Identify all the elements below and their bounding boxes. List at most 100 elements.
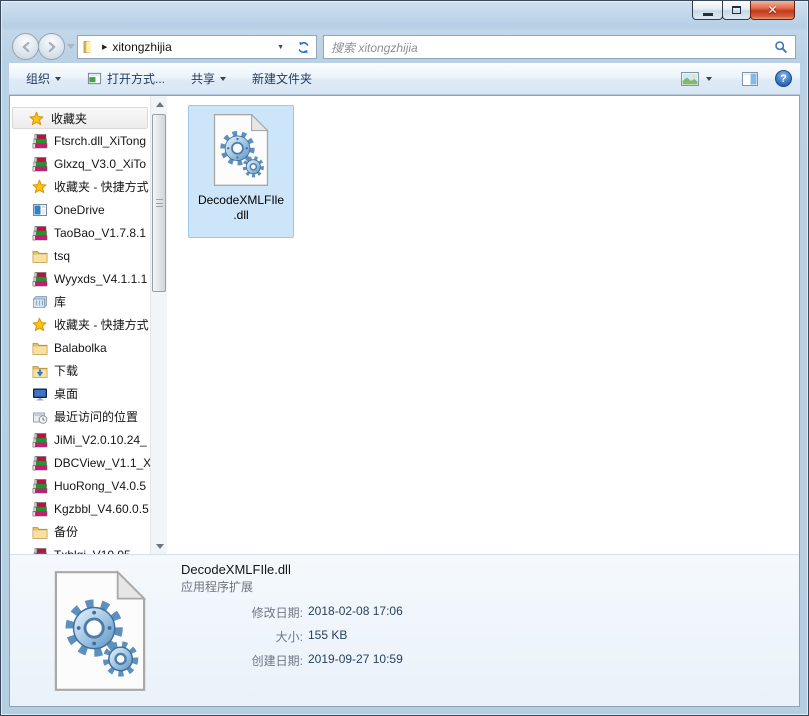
forward-button[interactable] xyxy=(38,33,65,60)
sidebar-item-label: TaoBao_V1.7.8.1 xyxy=(54,225,147,240)
preview-pane-button[interactable] xyxy=(737,68,763,90)
file-list-area[interactable]: DecodeXMLFIle .dll xyxy=(167,96,799,554)
rar-books-icon xyxy=(32,501,48,517)
sidebar-item-label: tsq xyxy=(54,248,71,263)
favorites-label: 收藏夹 xyxy=(51,111,88,126)
sidebar-item[interactable]: Balabolka xyxy=(10,336,150,359)
scrollbar-grip-icon xyxy=(155,199,163,207)
details-field-value: 2019-09-27 10:59 xyxy=(308,652,403,666)
rar-books-icon xyxy=(32,271,48,287)
file-item-decodexmlfile-dll[interactable]: DecodeXMLFIle .dll xyxy=(188,105,294,238)
details-text: DecodeXMLFIle.dll 应用程序扩展 修改日期: 2018-02-08… xyxy=(181,561,789,669)
details-field-label: 大小: xyxy=(275,630,303,644)
sidebar-item-label: Kgzbbl_V4.60.0.5 xyxy=(54,501,149,516)
change-view-button[interactable] xyxy=(676,68,717,90)
triangle-up-icon xyxy=(155,101,164,107)
back-arrow-icon xyxy=(22,41,29,52)
sidebar-item-label: 最近访问的位置 xyxy=(54,410,139,424)
sidebar-item[interactable]: Wyyxds_V4.1.1.1 xyxy=(10,267,150,290)
sidebar-scrollbar[interactable] xyxy=(150,96,167,554)
navigation-bar: ▶ xitongzhijia ▼ 搜索 xitongzhijia xyxy=(1,31,808,63)
sidebar-item-label: HuoRong_V4.0.5 xyxy=(54,478,147,493)
close-icon: ✕ xyxy=(767,3,778,17)
window-controls: ✕ xyxy=(692,1,795,20)
onedrive-icon xyxy=(32,202,48,218)
sidebar-item-label: 收藏夹 - 快捷方式 xyxy=(54,318,149,332)
scroll-down-button[interactable] xyxy=(151,538,168,554)
back-button[interactable] xyxy=(12,33,39,60)
sidebar-item[interactable]: 库 xyxy=(10,290,150,313)
recent-icon xyxy=(32,409,48,425)
sidebar-item-label: Balabolka xyxy=(54,340,107,355)
sidebar-item[interactable]: 备份 xyxy=(10,520,150,543)
search-placeholder: 搜索 xitongzhijia xyxy=(331,40,418,55)
sidebar-item[interactable]: Glxzq_V3.0_XiTo xyxy=(10,152,150,175)
library-icon xyxy=(32,294,48,310)
command-bar: 组织 打开方式... 共享 新建文件夹 ? xyxy=(9,63,800,95)
scrollbar-thumb[interactable] xyxy=(152,114,166,292)
sidebar-item[interactable]: 最近访问的位置 xyxy=(10,405,150,428)
details-file-icon xyxy=(50,569,150,693)
sidebar-favorites-header[interactable]: 收藏夹 xyxy=(12,107,148,129)
sidebar-item[interactable]: Kgzbbl_V4.60.0.5 xyxy=(10,497,150,520)
breadcrumb[interactable]: xitongzhijia xyxy=(112,40,171,54)
rar-books-icon xyxy=(32,432,48,448)
sidebar-item[interactable]: DBCView_V1.1_X xyxy=(10,451,150,474)
folder-icon xyxy=(32,340,48,356)
help-button[interactable]: ? xyxy=(775,70,792,87)
sidebar-item[interactable]: 收藏夹 - 快捷方式 xyxy=(10,175,150,198)
sidebar-item[interactable]: tsq xyxy=(10,244,150,267)
rar-books-icon xyxy=(32,156,48,172)
scroll-up-button[interactable] xyxy=(151,96,168,112)
sidebar-item[interactable]: 收藏夹 - 快捷方式 xyxy=(10,313,150,336)
sidebar-item-label: 下载 xyxy=(54,364,79,378)
star-icon xyxy=(32,317,48,333)
address-dropdown-icon[interactable]: ▼ xyxy=(274,42,287,53)
preview-pane-icon xyxy=(742,71,758,86)
desktop-icon xyxy=(32,386,48,402)
address-bar[interactable]: ▶ xitongzhijia ▼ xyxy=(77,35,292,59)
sidebar-item[interactable]: OneDrive xyxy=(10,198,150,221)
details-field-label: 创建日期: xyxy=(251,654,303,668)
folder-icon xyxy=(32,524,48,540)
search-icon[interactable] xyxy=(774,40,788,54)
sidebar-item-label: Glxzq_V3.0_XiTo xyxy=(54,156,147,171)
dll-file-icon xyxy=(211,112,271,188)
restore-button[interactable] xyxy=(722,1,751,20)
close-button[interactable]: ✕ xyxy=(750,1,795,20)
details-file-type: 应用程序扩展 xyxy=(181,580,254,594)
organize-button[interactable]: 组织 xyxy=(17,65,70,92)
details-field-value: 155 KB xyxy=(308,628,348,642)
help-icon: ? xyxy=(780,72,787,85)
rar-books-icon xyxy=(32,478,48,494)
sidebar-item[interactable]: HuoRong_V4.0.5 xyxy=(10,474,150,497)
rar-books-icon xyxy=(32,547,48,554)
search-box[interactable]: 搜索 xitongzhijia xyxy=(323,35,796,59)
refresh-icon xyxy=(298,41,309,53)
chevron-down-icon xyxy=(706,76,712,81)
sidebar-item[interactable]: 桌面 xyxy=(10,382,150,405)
sidebar-item-label: 收藏夹 - 快捷方式 xyxy=(54,180,149,194)
minimize-button[interactable] xyxy=(692,1,723,20)
sidebar-item-label: 备份 xyxy=(54,525,79,539)
sidebar-item[interactable]: TaoBao_V1.7.8.1 xyxy=(10,221,150,244)
sidebar-item[interactable]: Ftsrch.dll_XiTong xyxy=(10,129,150,152)
new-folder-button[interactable]: 新建文件夹 xyxy=(243,65,321,92)
chevron-down-icon xyxy=(220,76,227,81)
share-button[interactable]: 共享 xyxy=(182,65,235,92)
sidebar-item[interactable]: JiMi_V2.0.10.24_ xyxy=(10,428,150,451)
explorer-content-frame: 收藏夹 Ftsrch.dll_XiTong Glxzq_V3.0_XiTo 收藏夹 … xyxy=(9,95,800,707)
sidebar-item[interactable]: 下载 xyxy=(10,359,150,382)
sidebar-item-label: 桌面 xyxy=(54,387,79,401)
sidebar-item[interactable]: Txblgj_V10.95 xyxy=(10,543,150,554)
sidebar-item-label: Ftsrch.dll_XiTong xyxy=(54,133,147,148)
open-with-button[interactable]: 打开方式... xyxy=(78,65,174,92)
sidebar-item-label: 库 xyxy=(54,295,67,309)
history-dropdown-icon[interactable] xyxy=(67,44,75,49)
refresh-button[interactable] xyxy=(291,35,317,59)
details-file-name: DecodeXMLFIle.dll xyxy=(181,562,291,577)
navigation-pane: 收藏夹 Ftsrch.dll_XiTong Glxzq_V3.0_XiTo 收藏夹 … xyxy=(10,96,150,554)
details-field-label: 修改日期: xyxy=(251,606,303,620)
views-icon xyxy=(681,71,699,86)
details-fields: 修改日期: 2018-02-08 17:06 大小: 155 KB 创建日期: 2019-… xyxy=(181,604,789,669)
